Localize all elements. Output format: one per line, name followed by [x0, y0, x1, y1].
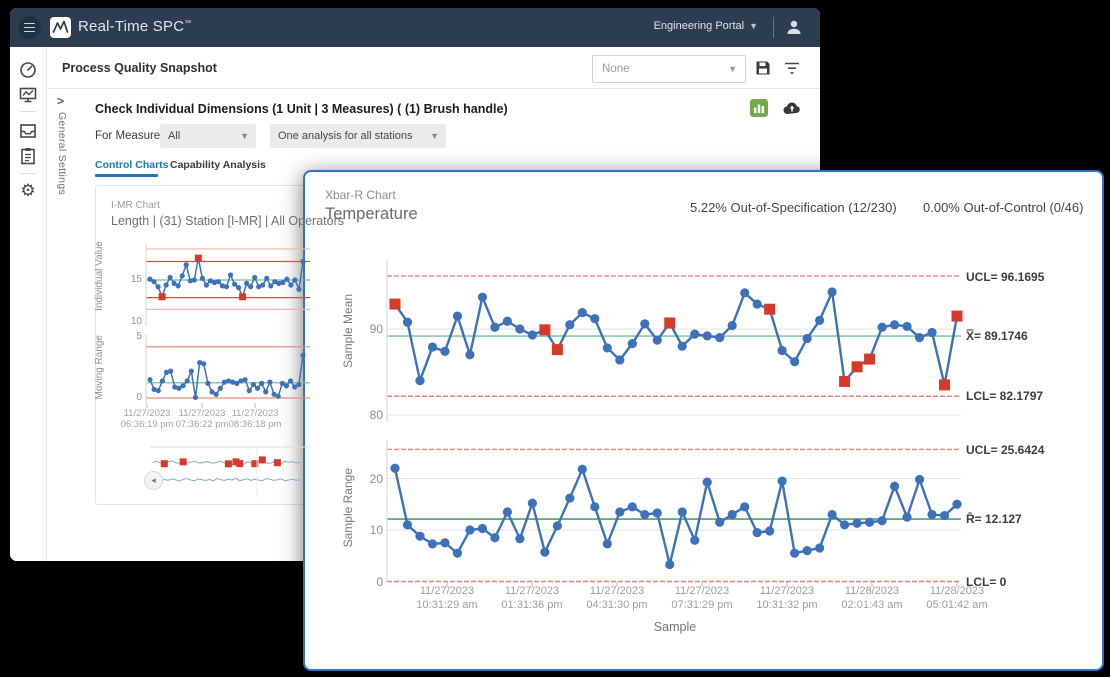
xbar-r-chart-popup: Xbar-R Chart Temperature 5.22% Out-of-Sp… — [303, 170, 1104, 671]
inbox-box-icon[interactable] — [18, 121, 38, 141]
xbar-chart-title: Temperature — [325, 205, 418, 224]
mean-y-tick: 90 — [361, 322, 383, 336]
navigator-prev-button[interactable]: ◂ — [144, 471, 163, 490]
imr-y-tick: 15 — [120, 274, 142, 285]
portal-selector[interactable]: Engineering Portal▼ — [654, 20, 758, 32]
chevron-down-icon: ▼ — [728, 64, 737, 74]
imr-individual-y-axis-label: Individual Value — [94, 241, 105, 311]
xbar-chart-type-label: Xbar-R Chart — [325, 188, 396, 202]
out-of-control-stat: 0.00% Out-of-Control (0/46) — [923, 200, 1083, 215]
tab-control-charts[interactable]: Control Charts — [95, 159, 169, 171]
left-sidebar: ⚙ — [10, 47, 47, 561]
x-tick-label: 11/27/202304:31:30 pm — [575, 585, 659, 613]
user-account-icon[interactable] — [784, 17, 804, 37]
range-y-tick: 10 — [361, 523, 383, 537]
x-tick-label: 11/28/202305:01:42 am — [915, 585, 999, 613]
x-tick-label: 11/27/202301:31:36 pm — [490, 585, 574, 613]
monitor-chart-icon[interactable] — [18, 85, 38, 105]
chevron-down-icon: ▼ — [749, 21, 758, 31]
analysis-card-title: Check Individual Dimensions (1 Unit | 3 … — [95, 102, 508, 116]
for-measure-label: For Measure: — [95, 130, 163, 142]
chevron-down-icon: ▼ — [240, 131, 249, 141]
header-divider — [46, 88, 820, 89]
x-tick-label: 11/27/202307:31:29 pm — [660, 585, 744, 613]
range-center-label: R̄= 12.127 — [966, 512, 1022, 526]
mean-lcl-label: LCL= 82.1797 — [966, 389, 1043, 403]
dashboard-gauge-icon[interactable] — [18, 60, 38, 80]
settings-gear-icon[interactable]: ⚙ — [18, 181, 38, 201]
preset-value: None — [602, 63, 728, 75]
x-tick-label: 11/28/202302:01:43 am — [830, 585, 914, 613]
page-title: Process Quality Snapshot — [62, 61, 217, 75]
active-tab-underline — [95, 174, 158, 177]
mean-ucl-label: UCL= 96.1695 — [966, 270, 1044, 284]
chevron-down-icon: ▼ — [430, 131, 439, 141]
cloud-export-icon[interactable] — [782, 98, 802, 118]
imr-movingrange-y-axis-label: Moving Range — [94, 335, 105, 399]
x-tick-label: 11/27/202310:31:29 am — [405, 585, 489, 613]
general-settings-collapsed-label[interactable]: General Settings — [56, 112, 68, 195]
snapshot-preset-select[interactable]: None ▼ — [592, 55, 746, 83]
analysis-value: One analysis for all stations — [278, 130, 430, 142]
imr-chart-title: Length | (31) Station [I-MR] | All Opera… — [111, 214, 344, 228]
hamburger-menu-icon[interactable] — [18, 16, 41, 39]
range-ucl-label: UCL= 25.6424 — [966, 443, 1044, 457]
collapse-panel-chevron-icon[interactable]: > — [57, 94, 64, 108]
trademark: ™ — [184, 20, 191, 27]
mean-center-label: X̿= 89.1746 — [966, 329, 1028, 343]
analysis-mode-select[interactable]: One analysis for all stations ▼ — [270, 124, 446, 148]
sidebar-divider — [20, 173, 36, 174]
clipboard-list-icon[interactable] — [18, 146, 38, 166]
navbar-divider — [773, 17, 774, 38]
imr-x-tick-label: 11/27/202308:36:18 pm — [223, 408, 287, 431]
out-of-specification-stat: 5.22% Out-of-Specification (12/230) — [690, 200, 897, 215]
tab-capability-analysis[interactable]: Capability Analysis — [170, 159, 266, 171]
measure-value: All — [168, 130, 240, 142]
range-y-axis-label: Sample Range — [341, 468, 355, 547]
imr-y-tick: 10 — [120, 316, 142, 327]
mean-y-axis-label: Sample Mean — [341, 294, 355, 368]
x-axis-title: Sample — [635, 620, 715, 634]
imr-y-tick: 0 — [120, 392, 142, 403]
range-y-tick: 0 — [361, 575, 383, 589]
filter-icon[interactable] — [784, 62, 800, 75]
mean-y-tick: 80 — [361, 408, 383, 422]
sidebar-divider — [20, 111, 36, 112]
measure-select[interactable]: All ▼ — [160, 124, 256, 148]
top-navbar: Real-Time SPC™ Engineering Portal▼ — [10, 8, 820, 47]
imr-y-tick: 5 — [120, 331, 142, 342]
range-y-tick: 20 — [361, 472, 383, 486]
save-icon[interactable] — [754, 59, 772, 77]
imr-chart-type-label: I-MR Chart — [111, 200, 160, 211]
x-tick-label: 11/27/202310:31:32 pm — [745, 585, 829, 613]
app-title: Real-Time SPC™ — [78, 18, 191, 35]
app-logo — [50, 17, 71, 38]
analytics-chart-icon[interactable] — [750, 99, 768, 117]
